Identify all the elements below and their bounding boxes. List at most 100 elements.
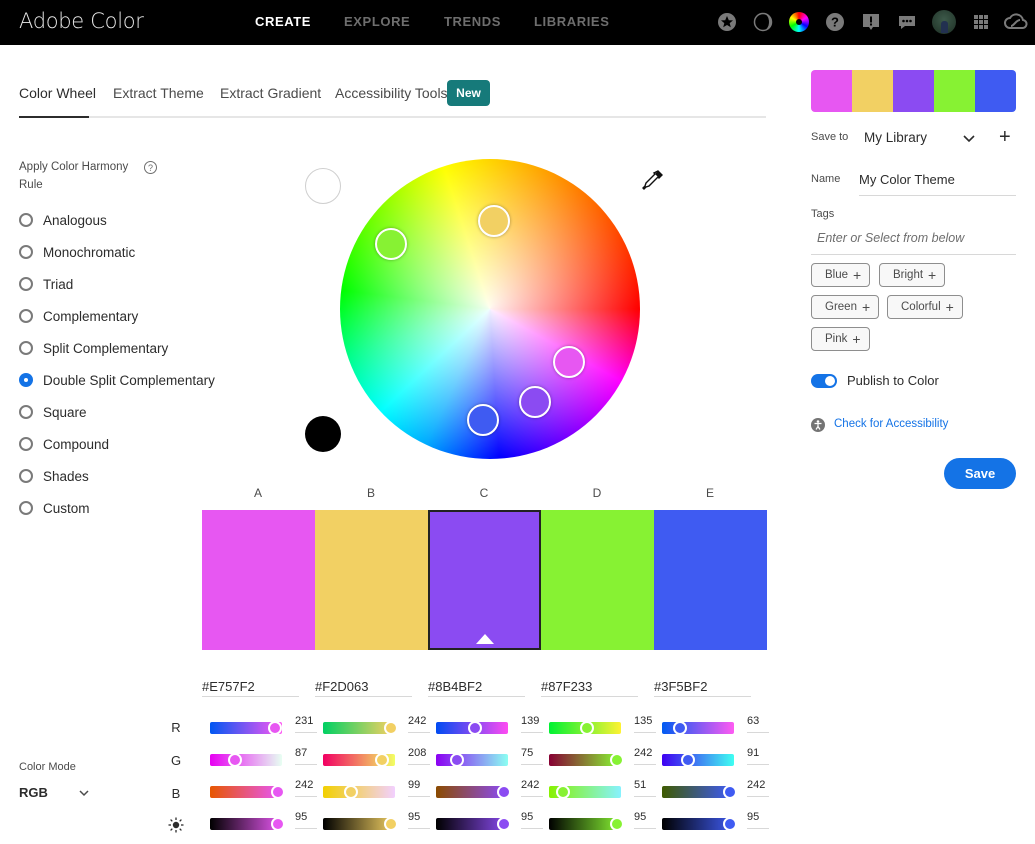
radio-icon[interactable]	[19, 341, 33, 355]
slider-thumb[interactable]	[497, 817, 512, 831]
tag-blue[interactable]: Blue +	[811, 263, 871, 287]
eyedropper-icon[interactable]	[640, 169, 664, 193]
nav-libraries[interactable]: LIBRARIES	[534, 14, 609, 29]
slider-thumb[interactable]	[268, 721, 283, 735]
app-brand[interactable]: Adobe Color	[19, 9, 144, 33]
radio-icon[interactable]	[19, 245, 33, 259]
tag-bright[interactable]: Bright +	[879, 263, 946, 287]
red-slider-a[interactable]	[210, 721, 283, 735]
green-value-c[interactable]: 75	[521, 747, 543, 765]
preview-swatch-c[interactable]	[893, 70, 934, 112]
radio-icon[interactable]	[19, 501, 33, 515]
slider-thumb[interactable]	[497, 785, 512, 799]
rule-analogous[interactable]: Analogous	[19, 210, 107, 230]
apps-grid-icon[interactable]	[970, 11, 992, 33]
brightness-slider-e[interactable]	[662, 817, 738, 831]
slider-thumb[interactable]	[227, 753, 242, 767]
red-slider-b[interactable]	[323, 721, 399, 735]
slider-thumb[interactable]	[556, 785, 571, 799]
red-value-a[interactable]: 231	[295, 715, 317, 733]
nav-explore[interactable]: EXPLORE	[344, 14, 410, 29]
chevron-down-icon[interactable]	[77, 786, 91, 800]
slider-thumb[interactable]	[672, 721, 687, 735]
wheel-handle-e[interactable]	[467, 404, 499, 436]
brightness-value-b[interactable]: 95	[408, 811, 430, 829]
hex-input-b[interactable]: #F2D063	[315, 677, 412, 697]
slider-thumb[interactable]	[384, 817, 399, 831]
red-value-d[interactable]: 135	[634, 715, 656, 733]
creative-cloud-icon[interactable]	[1002, 11, 1030, 33]
publish-toggle[interactable]	[811, 374, 837, 388]
tag-pink[interactable]: Pink +	[811, 327, 870, 351]
brightness-value-a[interactable]: 95	[295, 811, 317, 829]
rule-complementary[interactable]: Complementary	[19, 306, 138, 326]
nav-trends[interactable]: TRENDS	[444, 14, 501, 29]
green-value-a[interactable]: 87	[295, 747, 317, 765]
green-value-b[interactable]: 208	[408, 747, 430, 765]
rule-square[interactable]: Square	[19, 402, 87, 422]
green-slider-d[interactable]	[549, 753, 625, 767]
color-mode-select[interactable]: RGB	[19, 785, 48, 800]
red-slider-d[interactable]	[549, 721, 621, 735]
rule-compound[interactable]: Compound	[19, 434, 109, 454]
green-slider-c[interactable]	[436, 753, 508, 767]
radio-icon[interactable]	[19, 437, 33, 451]
blue-slider-b[interactable]	[323, 785, 395, 799]
tab-accessibility-tools[interactable]: Accessibility Tools	[335, 85, 448, 101]
blue-value-c[interactable]: 242	[521, 779, 543, 797]
help-icon[interactable]: ?	[824, 11, 846, 33]
slider-thumb[interactable]	[680, 753, 695, 767]
hex-input-a[interactable]: #E757F2	[202, 677, 299, 697]
wheel-handle-b[interactable]	[478, 205, 510, 237]
swatch-b[interactable]	[315, 510, 428, 650]
swatch-d[interactable]	[541, 510, 654, 650]
color-wheel-icon[interactable]	[788, 11, 810, 33]
color-wheel[interactable]	[340, 159, 640, 459]
red-slider-c[interactable]	[436, 721, 508, 735]
red-value-b[interactable]: 242	[408, 715, 430, 733]
brightness-slider-c[interactable]	[436, 817, 512, 831]
brightness-slider-d[interactable]	[549, 817, 625, 831]
radio-icon[interactable]	[19, 309, 33, 323]
blue-value-b[interactable]: 99	[408, 779, 430, 797]
save-button[interactable]: Save	[944, 458, 1016, 489]
radio-checked-icon[interactable]	[19, 373, 33, 387]
slider-thumb[interactable]	[374, 753, 389, 767]
chevron-down-icon[interactable]	[962, 131, 976, 145]
black-point-button[interactable]	[305, 416, 341, 452]
slider-thumb[interactable]	[723, 817, 738, 831]
radio-icon[interactable]	[19, 213, 33, 227]
green-slider-a[interactable]	[210, 753, 282, 767]
rule-monochromatic[interactable]: Monochromatic	[19, 242, 135, 262]
brightness-value-e[interactable]: 95	[747, 811, 769, 829]
slider-thumb[interactable]	[384, 721, 399, 735]
user-avatar[interactable]	[932, 10, 956, 34]
blue-slider-e[interactable]	[662, 785, 738, 799]
star-icon[interactable]	[716, 11, 738, 33]
slider-thumb[interactable]	[610, 753, 625, 767]
preview-swatch-a[interactable]	[811, 70, 852, 112]
tag-green[interactable]: Green +	[811, 295, 880, 319]
preview-swatch-b[interactable]	[852, 70, 893, 112]
rule-shades[interactable]: Shades	[19, 466, 89, 486]
nav-create[interactable]: CREATE	[255, 14, 311, 29]
red-value-c[interactable]: 139	[521, 715, 543, 733]
brightness-slider-a[interactable]	[210, 817, 286, 831]
chat-icon[interactable]	[896, 11, 918, 33]
tags-input[interactable]: Enter or Select from below	[811, 229, 1016, 255]
library-select[interactable]: My Library	[864, 130, 927, 145]
slider-thumb[interactable]	[271, 817, 286, 831]
rule-split-complementary[interactable]: Split Complementary	[19, 338, 168, 358]
tab-extract-theme[interactable]: Extract Theme	[113, 85, 204, 101]
blue-value-e[interactable]: 242	[747, 779, 769, 797]
brightness-slider-b[interactable]	[323, 817, 399, 831]
preview-swatch-e[interactable]	[975, 70, 1016, 112]
wheel-handle-a[interactable]	[553, 346, 585, 378]
slider-thumb[interactable]	[271, 785, 286, 799]
blue-slider-a[interactable]	[210, 785, 286, 799]
white-point-button[interactable]	[305, 168, 341, 204]
blue-value-a[interactable]: 242	[295, 779, 317, 797]
preview-swatch-d[interactable]	[934, 70, 975, 112]
tab-color-wheel[interactable]: Color Wheel	[19, 85, 96, 101]
check-accessibility-link[interactable]: Check for Accessibility	[834, 418, 948, 430]
